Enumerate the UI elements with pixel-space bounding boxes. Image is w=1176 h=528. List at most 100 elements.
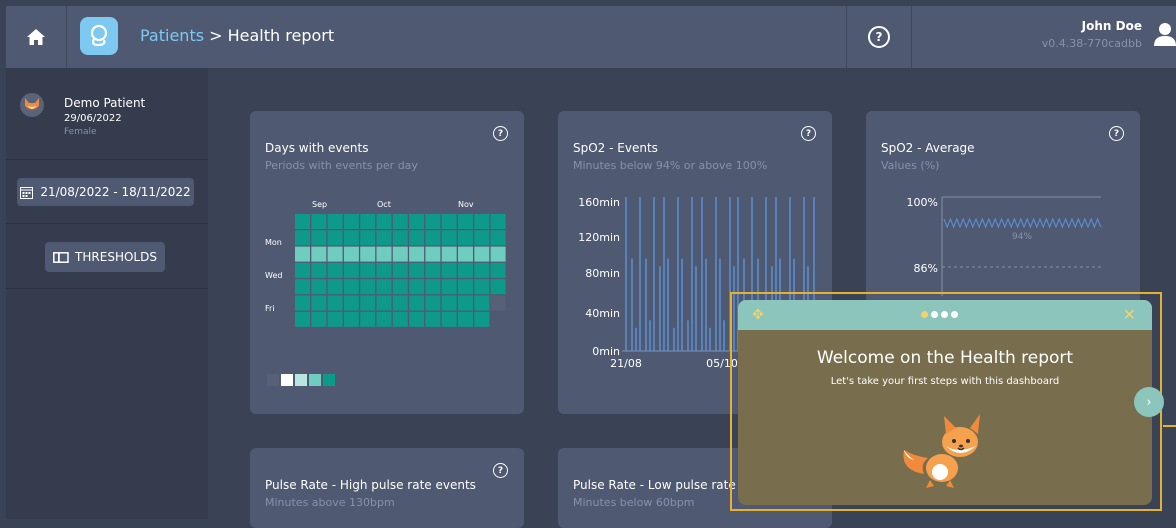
heatmap-cell[interactable] (295, 279, 310, 295)
heatmap-cell[interactable] (327, 279, 343, 295)
heatmap-cell[interactable] (490, 295, 506, 311)
step-dot[interactable] (941, 311, 948, 318)
heatmap-cell[interactable] (458, 230, 473, 246)
heatmap-cell[interactable] (295, 311, 310, 327)
heatmap-cell[interactable] (327, 262, 343, 278)
heatmap-cell[interactable] (474, 262, 490, 278)
heatmap-cell[interactable] (295, 230, 310, 246)
heatmap-cell[interactable] (490, 279, 506, 295)
heatmap-cell[interactable] (458, 214, 473, 229)
user-info[interactable]: John Doe v0.4.38-770cadbb (1042, 19, 1142, 50)
heatmap-cell[interactable] (360, 214, 376, 229)
heatmap-cell[interactable] (458, 246, 473, 262)
heatmap-cell[interactable] (425, 279, 441, 295)
heatmap-cell[interactable] (425, 262, 441, 278)
heatmap-cell[interactable] (474, 279, 490, 295)
heatmap-cell[interactable] (474, 295, 490, 311)
heatmap-cell[interactable] (392, 214, 408, 229)
heatmap-cell[interactable] (490, 262, 506, 278)
heatmap-cell[interactable] (311, 214, 327, 229)
heatmap-cell[interactable] (376, 279, 392, 295)
heatmap-cell[interactable] (311, 262, 327, 278)
heatmap-cell[interactable] (425, 214, 441, 229)
heatmap-cell[interactable] (343, 311, 359, 327)
heatmap-cell[interactable] (392, 230, 408, 246)
heatmap-cell[interactable] (425, 311, 441, 327)
heatmap-cell[interactable] (409, 230, 425, 246)
heatmap-cell[interactable] (458, 279, 473, 295)
heatmap-cell[interactable] (360, 246, 376, 262)
heatmap-cell[interactable] (376, 214, 392, 229)
heatmap-cell[interactable] (360, 295, 376, 311)
close-icon[interactable]: ✕ (1123, 305, 1136, 324)
heatmap-cell[interactable] (392, 311, 408, 327)
help-button[interactable]: ? (846, 6, 912, 68)
step-dot-active[interactable] (921, 311, 928, 318)
date-range-picker[interactable]: 21/08/2022 - 18/11/2022 (17, 178, 194, 206)
app-logo[interactable] (80, 17, 118, 55)
heatmap-cell[interactable] (295, 262, 310, 278)
heatmap-cell[interactable] (295, 214, 310, 229)
heatmap-cell[interactable] (327, 311, 343, 327)
heatmap-cell[interactable] (392, 295, 408, 311)
heatmap-cell[interactable] (441, 311, 457, 327)
heatmap-cell[interactable] (327, 214, 343, 229)
card-help-button[interactable]: ? (493, 463, 508, 478)
heatmap-cell[interactable] (327, 246, 343, 262)
heatmap-cell[interactable] (441, 295, 457, 311)
heatmap-cell[interactable] (474, 246, 490, 262)
heatmap-cell[interactable] (360, 262, 376, 278)
heatmap-cell[interactable] (343, 295, 359, 311)
heatmap-cell[interactable] (311, 295, 327, 311)
heatmap-cell[interactable] (425, 246, 441, 262)
heatmap-cell[interactable] (474, 230, 490, 246)
heatmap-cell[interactable] (343, 246, 359, 262)
heatmap-cell[interactable] (392, 262, 408, 278)
heatmap-cell[interactable] (360, 279, 376, 295)
heatmap-cell[interactable] (425, 230, 441, 246)
home-button[interactable] (6, 6, 67, 68)
heatmap-cell[interactable] (311, 279, 327, 295)
heatmap-cell[interactable] (376, 295, 392, 311)
breadcrumb-patients-link[interactable]: Patients (140, 26, 204, 45)
heatmap-cell[interactable] (311, 311, 327, 327)
heatmap-cell[interactable] (409, 214, 425, 229)
user-icon[interactable] (1154, 22, 1176, 46)
heatmap-cell[interactable] (409, 295, 425, 311)
heatmap-cell[interactable] (295, 295, 310, 311)
heatmap-cell[interactable] (474, 311, 490, 327)
step-dot[interactable] (951, 311, 958, 318)
heatmap-cell[interactable] (311, 230, 327, 246)
heatmap-cell[interactable] (392, 246, 408, 262)
heatmap-cell[interactable] (376, 311, 392, 327)
heatmap-cell[interactable] (327, 230, 343, 246)
heatmap-cell[interactable] (441, 214, 457, 229)
heatmap-cell[interactable] (392, 279, 408, 295)
tour-next-button[interactable]: › (1134, 387, 1164, 417)
heatmap-cell[interactable] (490, 214, 506, 229)
heatmap-cell[interactable] (343, 262, 359, 278)
move-icon[interactable]: ✥ (752, 307, 764, 323)
heatmap-cell[interactable] (490, 230, 506, 246)
heatmap-cell[interactable] (376, 246, 392, 262)
heatmap-cell[interactable] (490, 246, 506, 262)
heatmap-cell[interactable] (376, 262, 392, 278)
heatmap-cell[interactable] (409, 246, 425, 262)
heatmap-cell[interactable] (441, 246, 457, 262)
heatmap-cell[interactable] (295, 246, 310, 262)
heatmap-cell[interactable] (360, 230, 376, 246)
heatmap-cell[interactable] (441, 230, 457, 246)
heatmap-cell[interactable] (409, 262, 425, 278)
heatmap-cell[interactable] (409, 311, 425, 327)
heatmap-cell[interactable] (458, 295, 473, 311)
heatmap-cell[interactable] (458, 311, 473, 327)
step-dot[interactable] (931, 311, 938, 318)
heatmap-cell[interactable] (376, 230, 392, 246)
heatmap-cell[interactable] (311, 246, 327, 262)
heatmap-cell[interactable] (425, 295, 441, 311)
heatmap-cell[interactable] (441, 262, 457, 278)
heatmap-cell[interactable] (360, 311, 376, 327)
heatmap-cell[interactable] (343, 230, 359, 246)
thresholds-button[interactable]: THRESHOLDS (45, 242, 165, 272)
heatmap-cell[interactable] (343, 214, 359, 229)
